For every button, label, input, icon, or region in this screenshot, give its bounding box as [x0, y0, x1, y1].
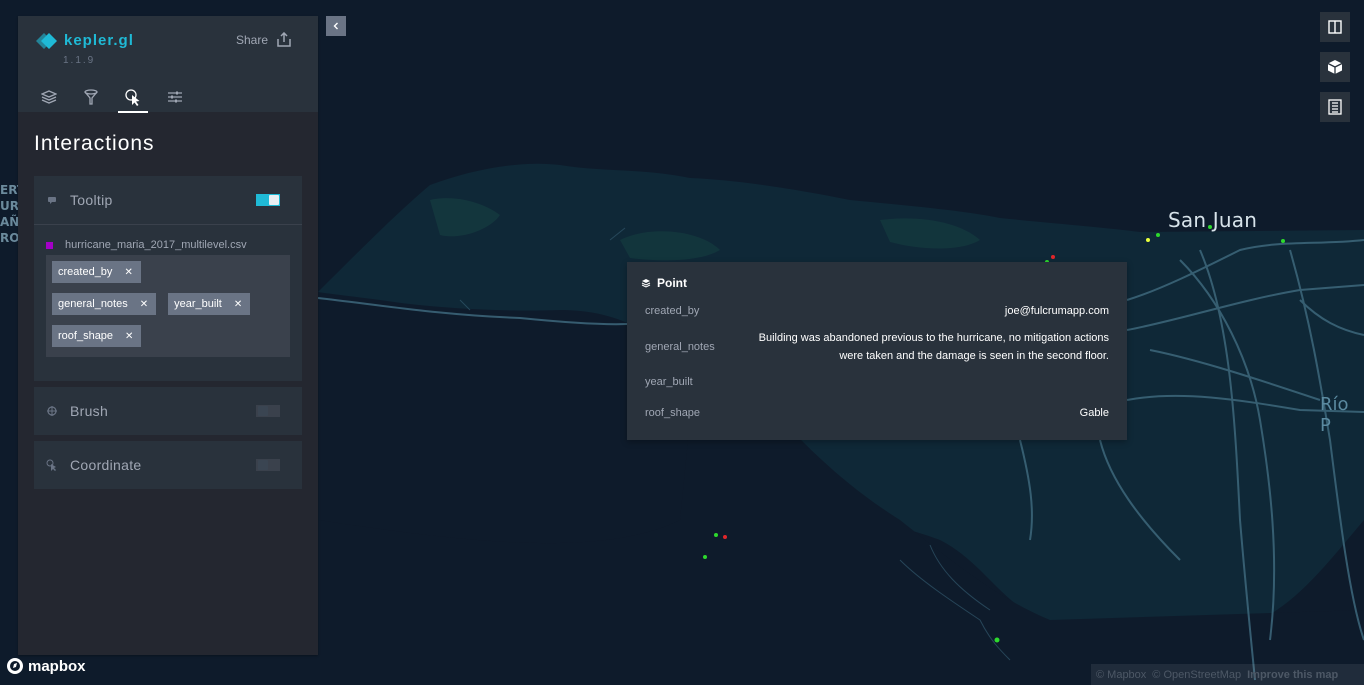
3d-map-button[interactable] — [1320, 52, 1350, 82]
app-version: 1.1.9 — [63, 55, 96, 66]
collapse-panel-button[interactable] — [326, 16, 346, 36]
chevron-left-icon — [333, 22, 338, 30]
field-chip: created_by ✕ — [52, 261, 141, 283]
map-tooltip-title: Point — [641, 276, 687, 290]
coordinate-header[interactable]: Coordinate — [34, 441, 302, 489]
brush-header[interactable]: Brush — [34, 387, 302, 435]
map-tooltip: Point created_by joe@fulcrumapp.com gene… — [627, 262, 1127, 440]
brush-icon — [47, 406, 57, 416]
tooltip-row: created_by joe@fulcrumapp.com — [645, 302, 1109, 320]
cursor-icon — [46, 459, 56, 471]
kepler-logo-icon — [36, 32, 57, 49]
field-chip-label: roof_shape — [58, 330, 114, 342]
mapbox-logo-icon — [7, 658, 23, 674]
attribution-osm-link[interactable]: © OpenStreetMap — [1152, 669, 1241, 681]
app-logo: kepler.gl — [36, 32, 134, 49]
mapbox-logo-text: mapbox — [28, 657, 86, 675]
tooltip-row-key: created_by — [645, 305, 700, 317]
tooltip-label: Tooltip — [70, 192, 113, 208]
map-tooltip-layer-name: Point — [657, 276, 687, 290]
field-chip: year_built ✕ — [168, 293, 251, 315]
tab-layers[interactable] — [34, 82, 64, 112]
remove-chip-icon[interactable]: ✕ — [140, 299, 148, 310]
panel-body: Interactions Tooltip hurricane_maria_201… — [18, 112, 318, 515]
mapbox-logo[interactable]: mapbox — [6, 657, 86, 675]
tooltip-row: general_notes Building was abandoned pre… — [645, 329, 1109, 365]
section-title: Interactions — [34, 132, 155, 155]
tooltip-row: roof_shape Gable — [645, 404, 1109, 422]
tooltip-field-selector[interactable]: created_by ✕ general_notes ✕ year_built … — [46, 255, 290, 357]
remove-chip-icon[interactable]: ✕ — [125, 331, 133, 342]
tab-filters[interactable] — [76, 82, 106, 112]
field-chip: general_notes ✕ — [52, 293, 157, 315]
coordinate-label: Coordinate — [70, 457, 142, 473]
share-icon — [277, 32, 291, 47]
tooltip-row-value: Gable — [1079, 407, 1109, 419]
tooltip-config: hurricane_maria_2017_multilevel.csv crea… — [34, 224, 302, 381]
improve-map-link[interactable]: Improve this map — [1247, 669, 1338, 681]
tooltip-header[interactable]: Tooltip — [34, 176, 302, 224]
coordinate-toggle[interactable] — [256, 459, 280, 471]
side-panel: kepler.gl 1.1.9 Share Interactions Toolt… — [18, 16, 318, 655]
legend-button[interactable] — [1320, 92, 1350, 122]
dataset-row: hurricane_maria_2017_multilevel.csv — [46, 239, 290, 251]
field-chip-label: year_built — [174, 298, 222, 310]
legend-icon — [1328, 99, 1342, 115]
layer-icon — [641, 279, 651, 288]
brush-label: Brush — [70, 403, 109, 419]
share-label: Share — [236, 33, 269, 47]
remove-chip-icon[interactable]: ✕ — [124, 267, 132, 278]
layer-icon — [41, 90, 57, 104]
field-chip: roof_shape ✕ — [52, 325, 142, 347]
field-chip-label: created_by — [58, 266, 113, 278]
map-attribution: © Mapbox © OpenStreetMap Improve this ma… — [1091, 664, 1364, 685]
split-map-button[interactable] — [1320, 12, 1350, 42]
remove-chip-icon[interactable]: ✕ — [234, 299, 242, 310]
tooltip-icon — [48, 197, 56, 204]
split-map-icon — [1328, 20, 1342, 34]
share-button[interactable]: Share — [236, 32, 292, 48]
interaction-coordinate: Coordinate — [34, 441, 302, 489]
field-chip-label: general_notes — [58, 298, 128, 310]
attribution-mapbox-link[interactable]: © Mapbox — [1096, 669, 1146, 681]
interaction-tooltip: Tooltip hurricane_maria_2017_multilevel.… — [34, 176, 302, 381]
tooltip-row-key: general_notes — [645, 341, 715, 353]
app-title: kepler.gl — [64, 32, 134, 49]
tab-map-settings[interactable] — [160, 82, 190, 112]
interaction-icon — [125, 89, 140, 106]
panel-tabs — [34, 82, 202, 113]
dataset-name: hurricane_maria_2017_multilevel.csv — [65, 239, 247, 251]
tab-interactions[interactable] — [118, 82, 148, 113]
tooltip-row: year_built — [645, 376, 1109, 388]
map-settings-icon — [168, 91, 182, 103]
panel-header: kepler.gl 1.1.9 Share — [18, 16, 318, 113]
interaction-brush: Brush — [34, 387, 302, 435]
tooltip-toggle[interactable] — [256, 194, 280, 206]
tooltip-row-key: year_built — [645, 376, 693, 388]
brush-toggle[interactable] — [256, 405, 280, 417]
tooltip-row-value: joe@fulcrumapp.com — [1004, 305, 1109, 317]
map-label-city: San Juan — [1168, 208, 1258, 232]
tooltip-row-key: roof_shape — [645, 407, 701, 419]
tooltip-row-value: Building was abandoned previous to the h… — [758, 332, 1109, 362]
filter-icon — [84, 89, 98, 105]
cube-icon — [1327, 60, 1343, 74]
dataset-color-swatch — [46, 242, 53, 249]
map-label-town: Río P — [1320, 394, 1349, 436]
